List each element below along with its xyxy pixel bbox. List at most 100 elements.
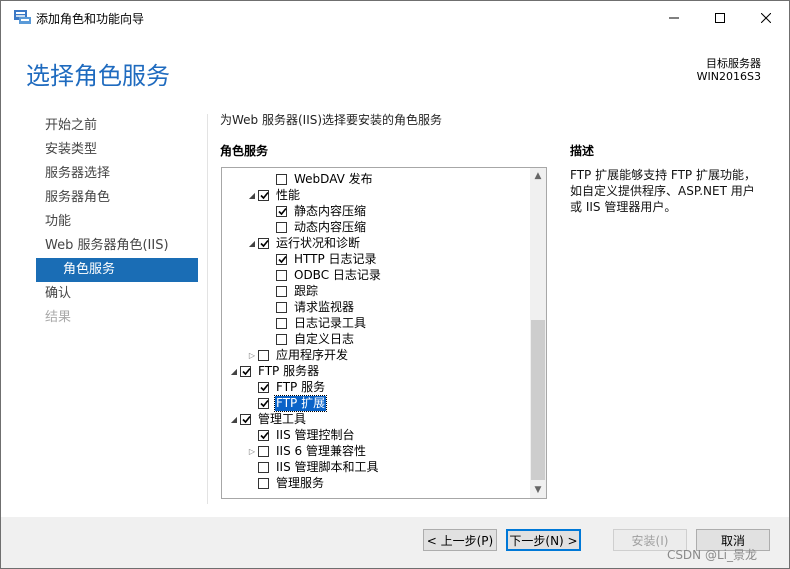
window-title: 添加角色和功能向导 (36, 12, 145, 26)
tree-checkbox[interactable] (258, 397, 269, 409)
tree-item[interactable]: 管理服务 (246, 475, 325, 491)
title-bar[interactable]: 添加角色和功能向导 (1, 1, 789, 34)
next-button[interactable]: 下一步(N) > (506, 529, 581, 551)
previous-button[interactable]: < 上一步(P) (423, 529, 497, 551)
tree-item-label: 自定义日志 (294, 331, 355, 346)
nav-item[interactable]: 安装类型 (36, 138, 198, 162)
tree-checkbox[interactable] (276, 205, 287, 217)
triangle-right-icon[interactable]: ▷ (246, 443, 258, 459)
tree-checkbox[interactable] (258, 349, 269, 361)
tree-item[interactable]: FTP 扩展 (246, 394, 328, 412)
tree-item[interactable]: 动态内容压缩 (264, 219, 367, 235)
tree-item-label: WebDAV 发布 (294, 171, 373, 186)
tree-item[interactable]: ◢ FTP 服务器 (228, 363, 320, 379)
tree-item[interactable]: ▷ IIS 6 管理兼容性 (246, 443, 367, 459)
tree-checkbox[interactable] (276, 173, 287, 185)
tree-checkbox[interactable] (276, 221, 287, 233)
tree-checkbox[interactable] (258, 429, 269, 441)
tree-checkbox[interactable] (276, 269, 287, 281)
tree-checkbox[interactable] (258, 381, 269, 393)
server-manager-icon (14, 10, 31, 24)
tree-checkbox[interactable] (276, 301, 287, 313)
close-button[interactable] (743, 1, 789, 34)
roles-heading: 角色服务 (220, 144, 269, 158)
target-server-info: 目标服务器 WIN2016S3 (697, 57, 761, 83)
scroll-up-icon[interactable]: ▲ (530, 168, 546, 184)
description-heading: 描述 (570, 144, 595, 158)
tree-item-label: 管理工具 (258, 411, 307, 426)
tree-item[interactable]: WebDAV 发布 (264, 171, 374, 187)
tree-checkbox[interactable] (276, 285, 287, 297)
nav-item[interactable]: 开始之前 (36, 114, 198, 138)
tree-checkbox[interactable] (258, 461, 269, 473)
tree-checkbox[interactable] (258, 477, 269, 489)
tree-item[interactable]: 自定义日志 (264, 331, 355, 347)
checkmark-icon (260, 399, 269, 407)
nav-item[interactable]: 确认 (36, 282, 198, 306)
tree-item[interactable]: 日志记录工具 (264, 315, 367, 331)
wizard-header: 选择角色服务 目标服务器 WIN2016S3 (1, 34, 789, 104)
nav-item[interactable]: 角色服务 (36, 258, 198, 282)
tree-item-label: ODBC 日志记录 (294, 267, 381, 282)
scroll-down-icon[interactable]: ▼ (530, 482, 546, 498)
tree-checkbox[interactable] (276, 317, 287, 329)
checkmark-icon (260, 431, 269, 439)
tree-checkbox[interactable] (240, 365, 251, 377)
tree-item[interactable]: IIS 管理脚本和工具 (246, 459, 380, 475)
tree-item-label: IIS 6 管理兼容性 (276, 443, 366, 458)
tree-item-label: FTP 服务器 (258, 363, 320, 378)
triangle-down-icon[interactable]: ◢ (228, 411, 240, 427)
description-text: FTP 扩展能够支持 FTP 扩展功能，如自定义提供程序、ASP.NET 用户或… (570, 168, 756, 214)
tree-item-label: IIS 管理脚本和工具 (276, 459, 379, 474)
nav-item[interactable]: 服务器选择 (36, 162, 198, 186)
watermark: CSDN @Li_景龙 (666, 548, 757, 562)
role-services-tree[interactable]: WebDAV 发布 ◢ 性能 静态内容压缩 动态内容压缩 ◢ 运行状况和诊断 HTTP 日志记… (221, 167, 547, 499)
tree-checkbox[interactable] (276, 253, 287, 265)
triangle-down-icon[interactable]: ◢ (246, 187, 258, 203)
maximize-button[interactable] (697, 1, 743, 34)
checkmark-icon (260, 383, 269, 391)
tree-item[interactable]: ◢ 运行状况和诊断 (246, 235, 361, 251)
nav-item[interactable]: 服务器角色 (36, 186, 198, 210)
tree-item[interactable]: 跟踪 (264, 283, 319, 299)
vertical-scrollbar[interactable]: ▲ ▼ (530, 168, 546, 498)
wizard-nav: 开始之前 安装类型 服务器选择 服务器角色 功能 Web 服务器角色(IIS) 角色服务 确认… (36, 114, 198, 330)
nav-item[interactable]: Web 服务器角色(IIS) (36, 234, 198, 258)
tree-item[interactable]: HTTP 日志记录 (264, 251, 378, 267)
scroll-thumb[interactable] (531, 320, 545, 480)
tree-item-label: 静态内容压缩 (294, 203, 367, 218)
tree-item[interactable]: 请求监视器 (264, 299, 355, 315)
checkmark-icon (278, 207, 287, 215)
tree-item-label: 跟踪 (294, 283, 319, 298)
divider (207, 114, 208, 504)
triangle-right-icon[interactable]: ▷ (246, 347, 258, 363)
wizard-footer: < 上一步(P) 下一步(N) > 安装(I) 取消 CSDN @Li_景龙 (1, 517, 789, 568)
tree-checkbox[interactable] (258, 189, 269, 201)
triangle-down-icon[interactable]: ◢ (246, 235, 258, 251)
checkmark-icon (260, 239, 269, 247)
tree-item-label: FTP 服务 (276, 379, 326, 394)
wizard-window: 添加角色和功能向导 选择角色服务 目标服务器 WIN2016S3 开始之前 安装类… (0, 0, 790, 569)
tree-item[interactable]: ▷ 应用程序开发 (246, 347, 349, 363)
tree-item[interactable]: 静态内容压缩 (264, 203, 367, 219)
tree-checkbox[interactable] (240, 413, 251, 425)
tree-checkbox[interactable] (258, 237, 269, 249)
tree-item[interactable]: ODBC 日志记录 (264, 267, 382, 283)
triangle-down-icon[interactable]: ◢ (228, 363, 240, 379)
close-icon (761, 12, 771, 23)
tree-checkbox[interactable] (258, 445, 269, 457)
tree-item[interactable]: FTP 服务 (246, 379, 326, 395)
minimize-button[interactable] (651, 1, 697, 34)
tree-item-label: IIS 管理控制台 (276, 427, 355, 442)
nav-item[interactable]: 功能 (36, 210, 198, 234)
tree-item[interactable]: IIS 管理控制台 (246, 427, 356, 443)
tree-item[interactable]: ◢ 性能 (246, 187, 301, 203)
page-title: 选择角色服务 (26, 62, 170, 90)
tree-checkbox[interactable] (276, 333, 287, 345)
tree-item[interactable]: ◢ 管理工具 (228, 411, 307, 427)
